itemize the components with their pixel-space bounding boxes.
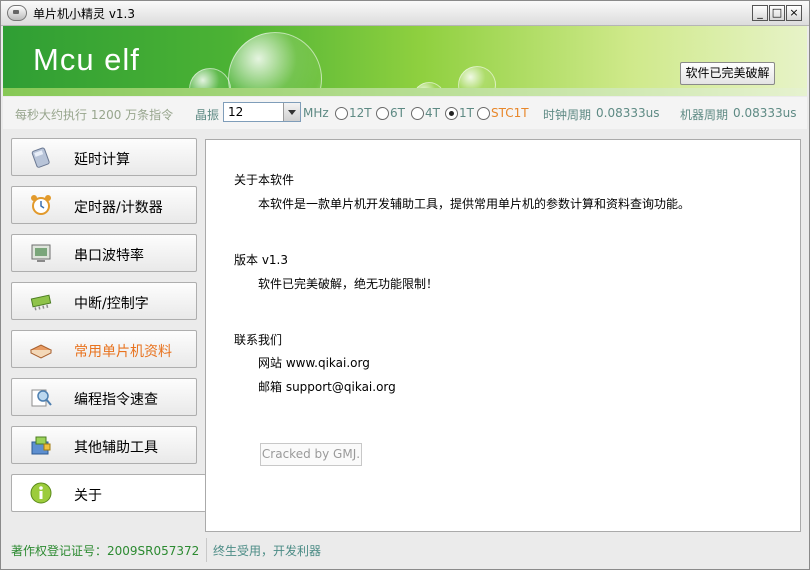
info-icon [30,482,52,504]
contact-title: 联系我们 [234,333,283,347]
website-link[interactable]: 网站 www.qikai.org [258,354,370,371]
copyright-text: 著作权登记证号：2009SR057372 [11,544,200,558]
status-divider [206,538,207,562]
alarm-clock-icon [31,195,51,215]
minimize-button[interactable]: _ [752,5,768,21]
radio-1t[interactable] [445,107,458,120]
crystal-value: 12 [228,105,244,119]
machine-cycle-label: 机器周期 [680,108,729,122]
window-title: 单片机小精灵 v1.3 [33,7,136,21]
radio-1t-label[interactable]: 1T [459,106,474,120]
title-bar[interactable]: 单片机小精灵 v1.3 _ □ × [1,1,809,26]
app-icon [7,5,27,21]
radio-4t[interactable] [411,107,424,120]
settings-bar: 每秒大约执行 1200 万条指令 晶振 12 MHz 12T 6T 4T 1T … [3,97,807,129]
clock-cycle-label: 时钟周期 [543,108,592,122]
header-banner: Mcu elf 软件已完美破解 [3,26,807,96]
bubble-decoration [228,32,322,96]
radio-stc1t[interactable] [477,107,490,120]
chevron-down-icon[interactable] [283,103,300,121]
banner-band [3,88,807,96]
radio-12t[interactable] [335,107,348,120]
crystal-frequency-select[interactable]: 12 [223,102,301,122]
chip-icon [30,294,52,311]
crack-status-button[interactable]: 软件已完美破解 [680,62,775,85]
crystal-unit: MHz [303,106,329,120]
status-bar: 著作权登记证号：2009SR057372 终生受用，开发利器 [3,536,807,566]
sidebar-item-about[interactable]: 关于 [11,474,206,512]
performance-text: 每秒大约执行 1200 万条指令 [15,108,174,122]
email-link[interactable]: 邮箱 support@qikai.org [258,378,396,395]
toolbox-icon [31,436,51,455]
radio-6t-label[interactable]: 6T [390,106,405,120]
crystal-label: 晶振 [195,108,220,122]
monitor-icon [31,244,51,262]
clock-cycle-value: 0.08333us [596,106,660,120]
sidebar-item-instruction-lookup[interactable]: 编程指令速查 [11,378,197,416]
sidebar-item-delay-calc[interactable]: 延时计算 [11,138,197,176]
sidebar-item-label: 定时器/计数器 [74,200,163,216]
sidebar-item-label: 串口波特率 [74,248,144,264]
about-text: 本软件是一款单片机开发辅助工具，提供常用单片机的参数计算和资料查询功能。 [258,197,691,211]
version-text: 软件已完美破解，绝无功能限制！ [258,277,439,291]
sidebar: 延时计算 定时器/计数器 串口波特率 中断/控制字 常用单片机资料 编程指令速查… [3,131,206,531]
radio-12t-label[interactable]: 12T [349,106,372,120]
maximize-button[interactable]: □ [769,5,785,21]
about-panel: 关于本软件 本软件是一款单片机开发辅助工具，提供常用单片机的参数计算和资料查询功… [205,139,801,532]
about-title: 关于本软件 [234,173,295,187]
book-icon [29,344,53,359]
version-title: 版本 v1.3 [234,253,289,267]
sidebar-item-interrupt[interactable]: 中断/控制字 [11,282,197,320]
sidebar-item-label: 中断/控制字 [74,296,149,312]
sidebar-item-label: 其他辅助工具 [74,440,158,456]
calculator-icon [31,147,50,168]
radio-4t-label[interactable]: 4T [425,106,440,120]
sidebar-item-label: 关于 [74,488,102,504]
magnifier-icon [31,389,52,407]
machine-cycle-value: 0.08333us [733,106,797,120]
radio-6t[interactable] [376,107,389,120]
app-window: 单片机小精灵 v1.3 _ □ × Mcu elf 软件已完美破解 每秒大约执行… [0,0,810,570]
app-logo: Mcu elf [33,42,140,77]
sidebar-item-mcu-data[interactable]: 常用单片机资料 [11,330,197,368]
cracked-by-button[interactable]: Cracked by GMJ. [260,443,362,466]
sidebar-item-label: 延时计算 [74,152,130,168]
sidebar-item-baud-rate[interactable]: 串口波特率 [11,234,197,272]
slogan-text: 终生受用，开发利器 [213,544,322,558]
sidebar-item-label: 编程指令速查 [74,392,158,408]
radio-stc1t-label[interactable]: STC1T [491,106,529,120]
sidebar-item-timer-counter[interactable]: 定时器/计数器 [11,186,197,224]
sidebar-item-label: 常用单片机资料 [74,344,172,360]
sidebar-item-other-tools[interactable]: 其他辅助工具 [11,426,197,464]
close-button[interactable]: × [786,5,802,21]
